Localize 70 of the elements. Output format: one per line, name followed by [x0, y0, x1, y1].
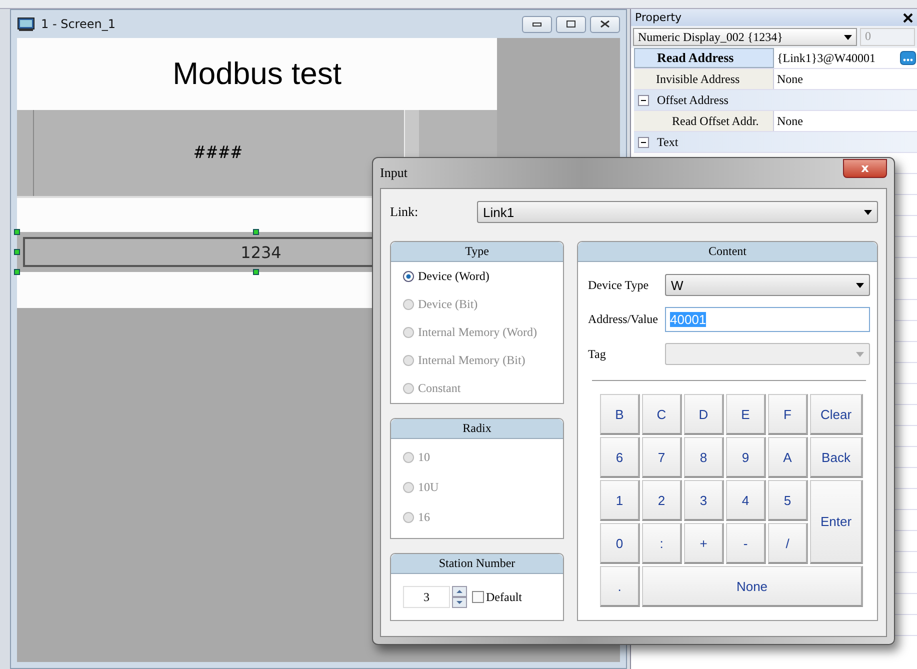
property-row[interactable]: Read Offset Addr. None [634, 111, 917, 132]
numeric-placeholder: #### [194, 143, 244, 163]
more-icon[interactable] [900, 51, 916, 65]
default-checkbox[interactable]: Default [472, 590, 522, 604]
dropdown-arrow-icon [864, 210, 872, 214]
keypad-key[interactable]: 8 [684, 437, 724, 478]
keypad-key[interactable]: None [642, 566, 863, 607]
selection-handle[interactable] [14, 249, 20, 255]
window-title: 1 - Screen_1 [41, 17, 116, 31]
collapse-icon[interactable] [638, 136, 649, 148]
monitor-icon [17, 16, 35, 32]
dropdown-arrow-icon [856, 282, 864, 288]
keypad-key[interactable]: 2 [642, 480, 682, 521]
collapse-icon[interactable] [638, 94, 649, 106]
device-type-dropdown[interactable]: W [665, 274, 870, 296]
field-label: Device Type [588, 278, 650, 292]
link-dropdown[interactable]: Link1 [477, 201, 878, 223]
keypad-key[interactable]: 4 [726, 480, 766, 521]
keypad-key[interactable]: Enter [810, 480, 863, 564]
property-row[interactable]: Invisible Address None [634, 69, 917, 90]
keypad-key[interactable]: . [600, 566, 640, 607]
group-header: Content [578, 242, 877, 262]
keypad-key[interactable]: E [726, 394, 766, 435]
dropdown-arrow-icon [856, 352, 864, 356]
radio-option[interactable]: Device (Word) [403, 268, 551, 285]
keypad-key[interactable]: 9 [726, 437, 766, 478]
restore-icon [566, 20, 576, 28]
group-header: Radix [391, 419, 563, 439]
keypad-key[interactable]: 0 [600, 523, 640, 564]
keypad-key[interactable]: B [600, 394, 640, 435]
station-field[interactable]: 3 [403, 586, 450, 608]
panel-title: Property [635, 11, 682, 24]
close-icon [600, 20, 610, 28]
keypad-key[interactable]: C [642, 394, 682, 435]
close-icon[interactable] [903, 12, 913, 22]
object-dropdown[interactable]: Numeric Display_002 {1234} [633, 28, 857, 46]
keypad-key[interactable]: Back [810, 437, 863, 478]
keypad-key[interactable]: Clear [810, 394, 863, 435]
close-button[interactable] [590, 16, 620, 32]
field-label: Link: [390, 204, 420, 220]
field-label: Tag [588, 346, 607, 362]
selection-handle[interactable] [14, 229, 20, 235]
keypad-key[interactable]: : [642, 523, 682, 564]
spinner-icon[interactable] [452, 586, 467, 608]
minimize-icon [532, 21, 542, 27]
field-label: Address/Value [588, 312, 659, 327]
category-row[interactable]: Offset Address [634, 90, 917, 111]
dropdown-arrow-icon [844, 34, 852, 40]
property-row[interactable]: Read Address {Link1}3@W40001 [634, 48, 917, 69]
group-header: Station Number [391, 554, 563, 574]
dialog-title: Input [380, 165, 408, 181]
keypad-key[interactable]: + [684, 523, 724, 564]
selection-handle[interactable] [14, 269, 20, 275]
keypad-key[interactable]: / [768, 523, 808, 564]
keypad-key[interactable]: D [684, 394, 724, 435]
keypad-key[interactable]: 7 [642, 437, 682, 478]
keypad-key[interactable]: - [726, 523, 766, 564]
group-header: Type [391, 242, 563, 262]
maximize-button[interactable] [556, 16, 586, 32]
minimize-button[interactable] [522, 16, 552, 32]
keypad-key[interactable]: 6 [600, 437, 640, 478]
selection-handle[interactable] [253, 269, 259, 275]
keypad-key[interactable]: F [768, 394, 808, 435]
category-row[interactable]: Text [634, 132, 917, 153]
screen-heading: Modbus test [172, 56, 342, 92]
selection-handle[interactable] [253, 229, 259, 235]
keypad-key[interactable]: 1 [600, 480, 640, 521]
keypad-key[interactable]: 3 [684, 480, 724, 521]
keypad-key[interactable]: 5 [768, 480, 808, 521]
keypad-key[interactable]: A [768, 437, 808, 478]
